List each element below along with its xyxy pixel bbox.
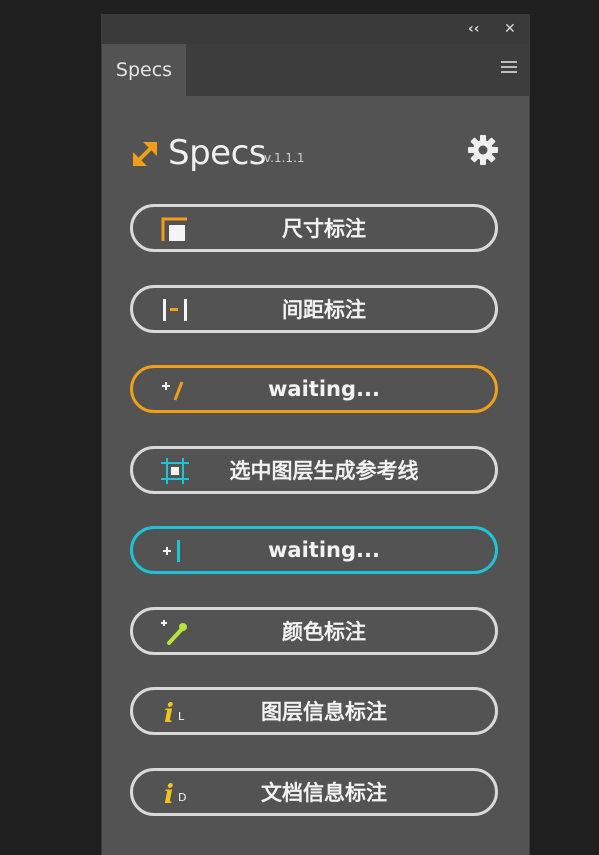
spacing-annotation-button[interactable]: 间距标注 bbox=[130, 285, 498, 333]
waiting-button-orange[interactable]: waiting... bbox=[130, 365, 498, 413]
hamburger-menu-icon[interactable] bbox=[501, 61, 517, 75]
spacing-annotation-label: 间距标注 bbox=[282, 298, 366, 322]
waiting-label-orange: waiting... bbox=[268, 377, 380, 401]
app-title: Specs bbox=[168, 133, 267, 173]
specs-panel: ‹‹ ✕ Specs Specs v.1.1.1 尺寸标注 间距标注 waiti… bbox=[101, 14, 530, 855]
version-label: v.1.1.1 bbox=[264, 151, 305, 165]
document-info-label: 文档信息标注 bbox=[261, 781, 387, 805]
collapse-panel-button[interactable]: ‹‹ bbox=[468, 18, 480, 40]
panel-titlebar: ‹‹ ✕ bbox=[102, 14, 529, 44]
generate-guides-button[interactable]: 选中图层生成参考线 bbox=[130, 446, 498, 494]
size-annotation-button[interactable]: 尺寸标注 bbox=[130, 204, 498, 252]
layer-info-button[interactable]: i L 图层信息标注 bbox=[130, 687, 498, 735]
tab-specs[interactable]: Specs bbox=[102, 44, 186, 96]
color-annotation-button[interactable]: 颜色标注 bbox=[130, 607, 498, 655]
generate-guides-label: 选中图层生成参考线 bbox=[229, 459, 419, 483]
panel-header: Specs v.1.1.1 bbox=[102, 129, 529, 179]
size-annotation-label: 尺寸标注 bbox=[282, 217, 366, 241]
waiting-label-cyan: waiting... bbox=[268, 538, 380, 562]
document-info-button[interactable]: i D 文档信息标注 bbox=[130, 768, 498, 816]
gear-icon[interactable] bbox=[466, 133, 500, 167]
tab-bar: Specs bbox=[102, 44, 529, 96]
layer-info-label: 图层信息标注 bbox=[261, 700, 387, 724]
diagonal-arrows-icon bbox=[133, 142, 157, 166]
waiting-button-cyan[interactable]: waiting... bbox=[130, 526, 498, 574]
color-annotation-label: 颜色标注 bbox=[282, 620, 366, 644]
close-panel-button[interactable]: ✕ bbox=[504, 18, 516, 40]
